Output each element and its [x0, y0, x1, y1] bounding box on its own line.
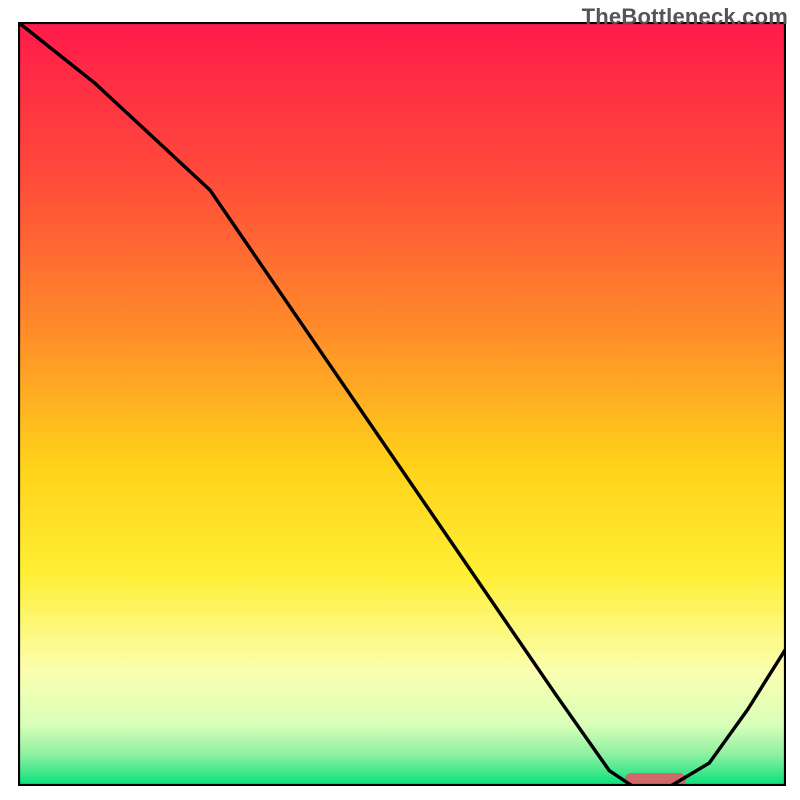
watermark-label: TheBottleneck.com [582, 4, 788, 30]
gradient-background [18, 22, 786, 786]
plot-area [18, 22, 786, 786]
bottleneck-chart [18, 22, 786, 786]
chart-container: TheBottleneck.com [0, 0, 800, 800]
